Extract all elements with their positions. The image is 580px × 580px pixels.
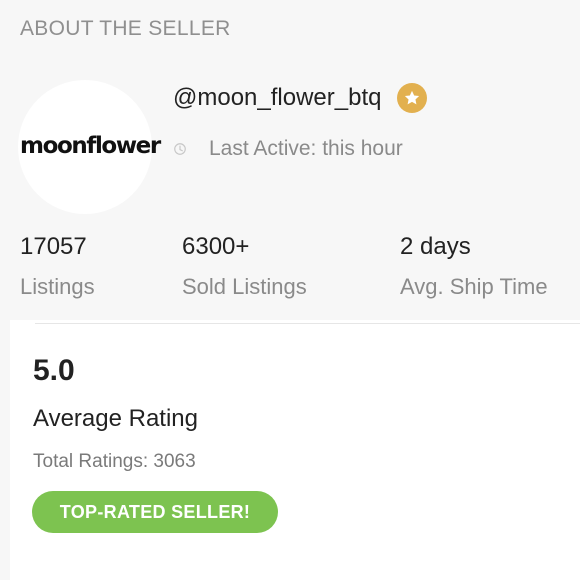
stat-label: Listings [20, 274, 95, 299]
clock-icon [174, 143, 186, 155]
seller-username[interactable]: @moon_flower_btq [173, 84, 381, 112]
average-rating-title: Average Rating [33, 405, 198, 432]
section-divider [35, 323, 580, 324]
last-active-text: Last Active: this hour [209, 137, 403, 160]
stat-sold-listings: 6300+ Sold Listings [182, 230, 307, 301]
stat-label: Sold Listings [182, 274, 307, 299]
seller-summary-section: ABOUT THE SELLER moonflower @moon_flower… [0, 0, 580, 345]
stat-label: Avg. Ship Time [400, 274, 548, 299]
last-active-row: Last Active: this hour [173, 134, 403, 164]
stat-listings: 17057 Listings [20, 230, 95, 301]
total-ratings-text: Total Ratings: 3063 [33, 451, 196, 472]
stat-value: 6300+ [182, 233, 250, 260]
about-seller-heading: ABOUT THE SELLER [20, 17, 231, 40]
star-icon [397, 83, 428, 113]
stat-value: 2 days [400, 233, 471, 260]
username-row: @moon_flower_btq [173, 82, 428, 114]
stat-value: 17057 [20, 233, 87, 260]
seller-logo-text: moonflower [20, 133, 161, 159]
top-rated-seller-badge: TOP-RATED SELLER! [32, 491, 278, 533]
stat-avg-ship-time: 2 days Avg. Ship Time [400, 230, 548, 301]
seller-profile-screen: ABOUT THE SELLER moonflower @moon_flower… [0, 0, 580, 580]
average-rating-value: 5.0 [33, 354, 75, 387]
rating-card [10, 320, 580, 580]
